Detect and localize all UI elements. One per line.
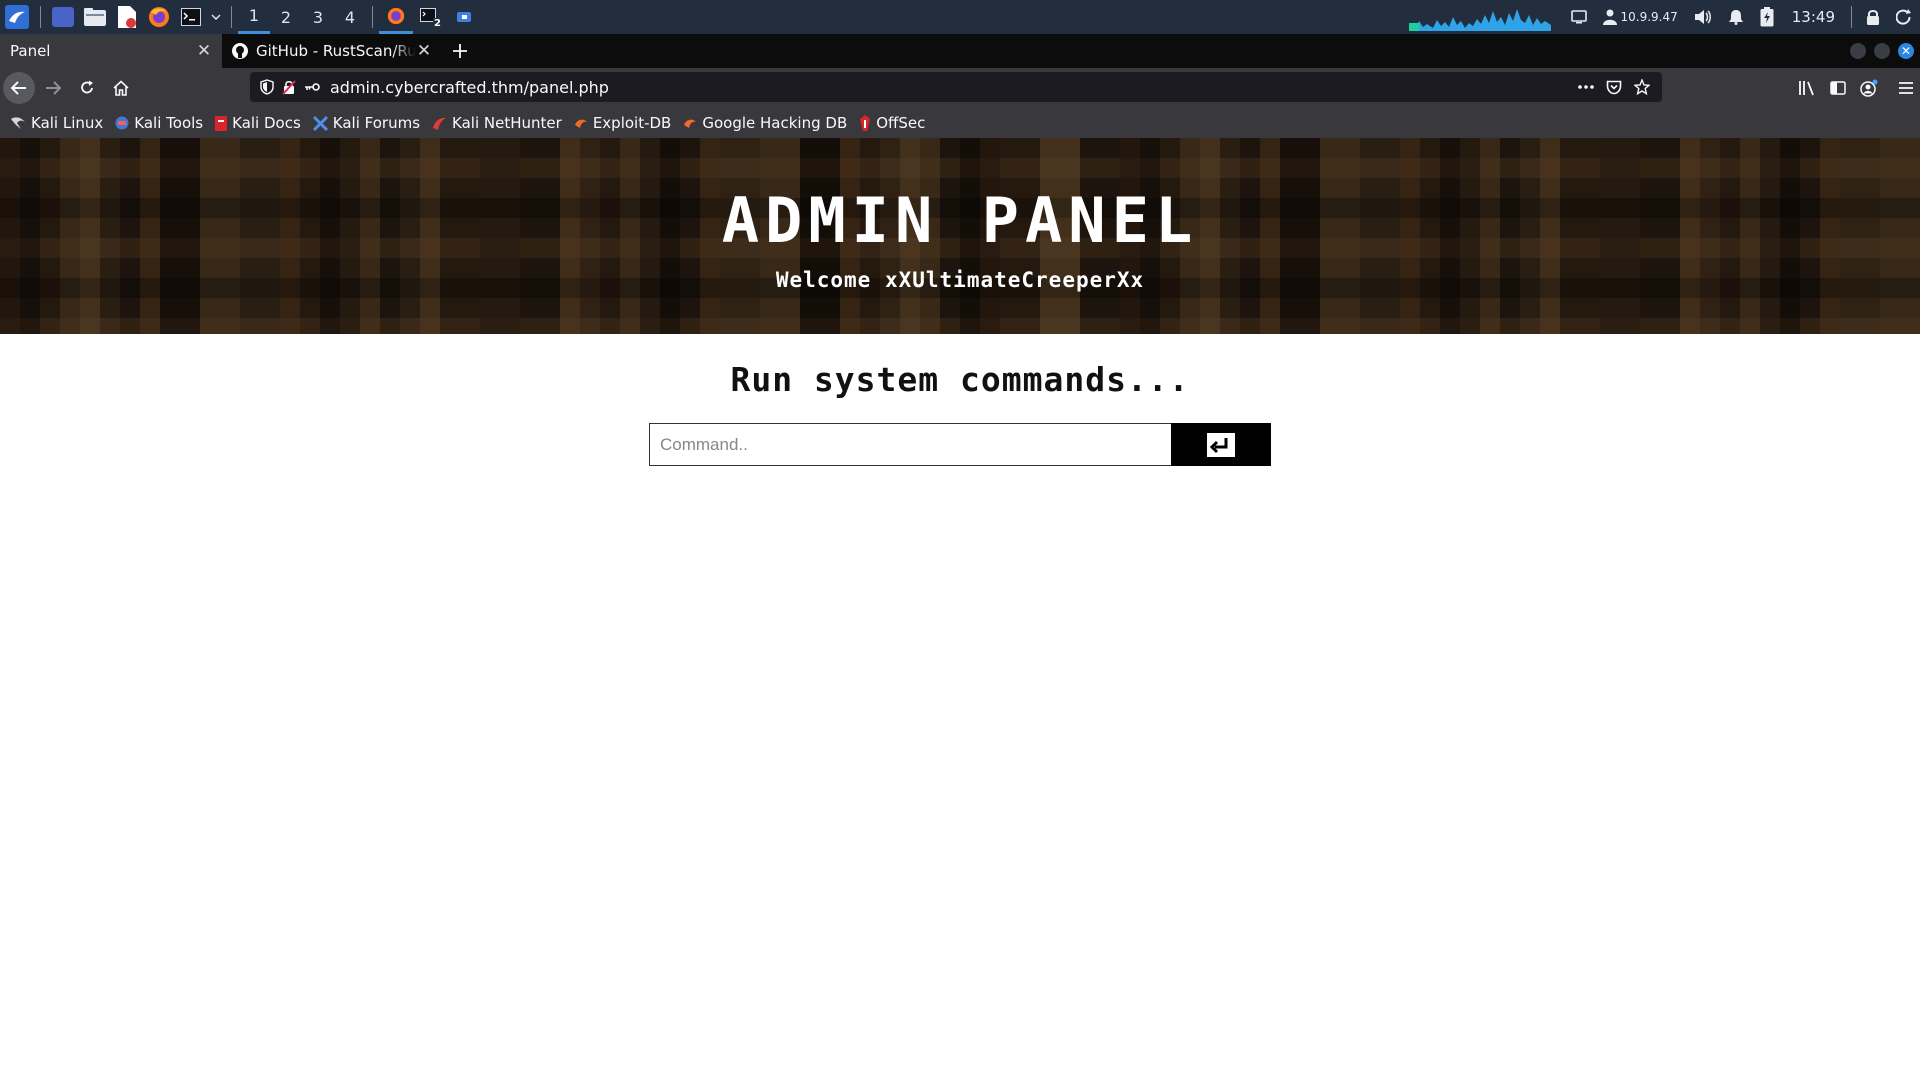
tab-panel[interactable]: Panel ✕: [0, 34, 222, 68]
terminal-icon[interactable]: [175, 0, 207, 34]
bookmark-label: Kali Tools: [134, 114, 204, 132]
close-window-button[interactable]: ✕: [1898, 43, 1914, 59]
volume-icon[interactable]: [1686, 0, 1720, 34]
reload-button[interactable]: [71, 72, 103, 104]
bookmark-label: Kali NetHunter: [452, 114, 562, 132]
ghdb-icon: [684, 119, 697, 128]
text-editor-icon[interactable]: [111, 0, 143, 34]
forward-arrow-icon: [46, 81, 61, 95]
browser-tab-strip: Panel ✕ GitHub - RustScan/RustS ✕ ✕: [0, 34, 1920, 68]
window-app-button[interactable]: [447, 0, 481, 34]
exploit-db-icon: [574, 119, 587, 128]
library-icon[interactable]: [1798, 80, 1816, 96]
bookmark-label: Kali Forums: [332, 114, 421, 132]
window-firefox-button[interactable]: [379, 0, 413, 34]
kali-docs-icon: [215, 115, 228, 131]
workspace-2[interactable]: 2: [270, 0, 302, 34]
logout-icon[interactable]: [1888, 0, 1920, 34]
bookmark-google-hacking-db[interactable]: Google Hacking DB: [683, 114, 847, 132]
kali-menu-icon[interactable]: [0, 0, 34, 34]
reload-icon: [81, 80, 93, 94]
bookmark-kali-nethunter[interactable]: Kali NetHunter: [432, 114, 562, 132]
offsec-icon: [860, 115, 871, 131]
home-icon: [113, 80, 129, 96]
bookmark-star-icon[interactable]: [1634, 79, 1650, 95]
taskbar-separator: [1851, 6, 1852, 28]
github-icon: [232, 43, 248, 59]
bookmark-label: Kali Linux: [31, 114, 104, 132]
app-menu-hamburger-icon[interactable]: [1898, 81, 1914, 95]
tab-close-icon[interactable]: ✕: [416, 41, 432, 61]
taskbar-separator: [231, 6, 232, 28]
tab-title: Panel: [10, 42, 51, 60]
bookmark-kali-tools[interactable]: Kali Tools: [115, 114, 203, 132]
url-bar[interactable]: admin.cybercrafted.thm/panel.php: [250, 72, 1662, 102]
lock-screen-icon[interactable]: [1858, 0, 1888, 34]
command-input[interactable]: [649, 423, 1171, 466]
home-button[interactable]: [105, 72, 137, 104]
tab-title: GitHub - RustScan/RustS: [256, 42, 416, 60]
bookmarks-toolbar: Kali Linux Kali Tools Kali Docs Kali For…: [0, 108, 1920, 138]
bookmark-kali-forums[interactable]: Kali Forums: [312, 114, 421, 132]
kali-tools-icon: [115, 116, 129, 130]
launcher-dropdown-chevron-icon[interactable]: [207, 0, 225, 34]
workspace-1[interactable]: 1: [238, 0, 270, 34]
url-text: admin.cybercrafted.thm/panel.php: [330, 77, 609, 97]
workspace-4[interactable]: 4: [334, 0, 366, 34]
network-status[interactable]: 10.9.9.47: [1595, 0, 1686, 34]
header-banner: ADMIN PANEL Welcome xXUltimateCreeperXx: [0, 138, 1920, 334]
back-arrow-icon: [11, 81, 26, 95]
file-manager-icon[interactable]: [79, 0, 111, 34]
notifications-bell-icon[interactable]: [1720, 0, 1752, 34]
kali-top-panel: 1 2 3 4 2 10.9.9.47 13:49: [0, 0, 1920, 34]
kali-forums-icon: [312, 115, 328, 131]
minimize-window-button[interactable]: [1850, 43, 1866, 59]
maximize-window-button[interactable]: [1874, 43, 1890, 59]
bookmark-kali-docs[interactable]: Kali Docs: [215, 114, 301, 132]
command-form: [649, 423, 1271, 466]
bookmark-label: OffSec: [876, 114, 926, 132]
network-ip-label: 10.9.9.47: [1620, 10, 1678, 24]
run-commands-heading: Run system commands...: [730, 360, 1190, 399]
account-icon[interactable]: [1860, 79, 1878, 97]
taskbar-separator: [372, 6, 373, 28]
clock[interactable]: 13:49: [1782, 0, 1845, 34]
back-button[interactable]: [3, 72, 35, 104]
workspace-3[interactable]: 3: [302, 0, 334, 34]
insecure-lock-icon[interactable]: [282, 79, 296, 95]
shield-icon[interactable]: [260, 79, 274, 95]
power-manager-icon[interactable]: [1752, 0, 1782, 34]
page-title: ADMIN PANEL: [721, 184, 1199, 257]
kali-nethunter-icon: [433, 117, 447, 130]
taskbar-separator: [40, 6, 41, 28]
key-icon[interactable]: [304, 82, 320, 92]
window-terminal-button[interactable]: 2: [413, 0, 447, 34]
bookmark-label: Kali Docs: [232, 114, 301, 132]
page-actions-menu-icon[interactable]: [1578, 85, 1594, 89]
welcome-message: Welcome xXUltimateCreeperXx: [775, 268, 1145, 292]
vpn-user-icon: [1602, 9, 1617, 25]
sidebar-toggle-icon[interactable]: [1830, 81, 1846, 95]
bookmark-label: Exploit-DB: [592, 114, 672, 132]
display-tray-icon[interactable]: [1563, 0, 1595, 34]
bookmark-kali-linux[interactable]: Kali Linux: [10, 114, 103, 132]
browser-navbar: admin.cybercrafted.thm/panel.php: [0, 68, 1920, 108]
pocket-icon[interactable]: [1606, 80, 1622, 95]
bookmark-offsec[interactable]: OffSec: [859, 114, 925, 132]
bookmark-label: Google Hacking DB: [702, 114, 848, 132]
tab-github-rustscan[interactable]: GitHub - RustScan/RustS ✕: [222, 34, 442, 68]
page-content: ADMIN PANEL Welcome xXUltimateCreeperXx …: [0, 138, 1920, 1080]
firefox-icon[interactable]: [143, 0, 175, 34]
new-tab-button[interactable]: [442, 34, 478, 68]
kali-dragon-icon: [11, 117, 25, 129]
bookmark-exploit-db[interactable]: Exploit-DB: [574, 114, 672, 132]
tab-close-icon[interactable]: ✕: [196, 41, 212, 61]
enter-arrow-icon: [1207, 432, 1235, 457]
run-command-button[interactable]: [1171, 423, 1271, 466]
show-desktop-icon[interactable]: [47, 0, 79, 34]
terminal-count-badge: 2: [433, 18, 442, 29]
cpu-usage-graph: [1408, 9, 1551, 31]
forward-button[interactable]: [37, 72, 69, 104]
